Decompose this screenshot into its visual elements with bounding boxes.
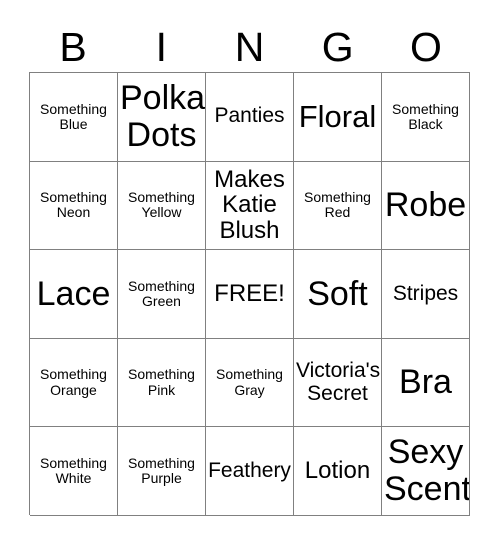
bingo-cell[interactable]: Bra xyxy=(382,338,470,428)
bingo-cell[interactable]: Victoria's Secret xyxy=(294,338,382,428)
bingo-cell-label: Lotion xyxy=(304,457,371,485)
bingo-cell-label: Soft xyxy=(307,274,368,313)
bingo-cell-label: Something White xyxy=(40,455,107,487)
bingo-cell-label: Lace xyxy=(36,274,111,313)
bingo-cell[interactable]: Stripes xyxy=(382,250,470,339)
bingo-cell-label: Something Gray xyxy=(216,366,283,398)
bingo-cell[interactable]: Floral xyxy=(294,73,382,162)
bingo-cell[interactable]: Something Blue xyxy=(30,73,118,162)
bingo-row: Something Orange Something Pink Somethin… xyxy=(30,338,470,428)
bingo-cell-label: Something Black xyxy=(392,100,459,132)
bingo-header-row: B I N G O xyxy=(29,22,470,72)
bingo-header-letter-g: G xyxy=(321,23,354,70)
bingo-cell[interactable]: Something Neon xyxy=(30,161,118,251)
bingo-cell-label: Something Orange xyxy=(40,366,107,398)
bingo-cell[interactable]: Something Orange xyxy=(30,338,118,428)
bingo-cell-label: Bra xyxy=(399,363,452,402)
bingo-cell-label: Floral xyxy=(298,99,377,135)
bingo-cell-label: Something Yellow xyxy=(128,189,195,221)
bingo-header-letter-o: O xyxy=(409,23,442,70)
bingo-cell-label: Something Blue xyxy=(40,100,107,132)
bingo-cell-label: Robe xyxy=(384,186,467,225)
bingo-cell-label: Makes Katie Blush xyxy=(214,165,285,245)
bingo-header-letter-n: N xyxy=(234,23,265,70)
bingo-cell[interactable]: Soft xyxy=(294,250,382,339)
bingo-header-letter-i: I xyxy=(155,23,167,70)
bingo-row: Something Neon Something Yellow Makes Ka… xyxy=(30,161,470,251)
bingo-cell-label: FREE! xyxy=(214,280,285,308)
bingo-grid: Something Blue Polka Dots Panties Floral… xyxy=(29,72,470,516)
bingo-cell-label: Something Pink xyxy=(128,366,195,398)
bingo-cell-label: Victoria's Secret xyxy=(296,358,381,405)
bingo-cell-label: Stripes xyxy=(392,281,459,305)
bingo-cell[interactable]: Something Black xyxy=(382,73,470,162)
bingo-cell[interactable]: Feathery xyxy=(206,427,294,516)
bingo-cell[interactable]: Something Red xyxy=(294,161,382,251)
bingo-row: Something White Something Purple Feather… xyxy=(30,427,470,516)
bingo-row: Something Blue Polka Dots Panties Floral… xyxy=(30,73,470,162)
bingo-cell-label: Panties xyxy=(214,104,285,128)
bingo-cell[interactable]: Something Green xyxy=(118,250,206,339)
bingo-cell-label: Something Red xyxy=(304,189,371,221)
bingo-header-letter-b: B xyxy=(59,23,87,70)
bingo-cell[interactable]: Something Purple xyxy=(118,427,206,516)
bingo-cell[interactable]: Something Pink xyxy=(118,338,206,428)
bingo-cell[interactable]: Robe xyxy=(382,161,470,251)
bingo-cell[interactable]: Panties xyxy=(206,73,294,162)
bingo-cell-label: Something Neon xyxy=(40,189,107,221)
bingo-cell-label: Something Purple xyxy=(128,455,195,487)
bingo-cell[interactable]: Lotion xyxy=(294,427,382,516)
bingo-cell[interactable]: Something Gray xyxy=(206,338,294,428)
bingo-cell[interactable]: Polka Dots xyxy=(118,73,206,162)
bingo-cell-label: Something Green xyxy=(128,277,195,309)
bingo-cell[interactable]: Makes Katie Blush xyxy=(206,161,294,251)
bingo-cell-label: Sexy Scent xyxy=(384,433,470,509)
bingo-cell[interactable]: Lace xyxy=(30,250,118,339)
bingo-row: Lace Something Green FREE! Soft Stripes xyxy=(30,250,470,339)
bingo-cell-label: Polka Dots xyxy=(120,79,206,154)
bingo-card: B I N G O Something Blue Polka Dots Pant… xyxy=(0,0,500,544)
bingo-cell[interactable]: Something Yellow xyxy=(118,161,206,251)
bingo-cell-label: Feathery xyxy=(208,458,291,482)
bingo-cell-free[interactable]: FREE! xyxy=(206,250,294,339)
bingo-cell[interactable]: Something White xyxy=(30,427,118,516)
bingo-cell[interactable]: Sexy Scent xyxy=(382,427,470,516)
